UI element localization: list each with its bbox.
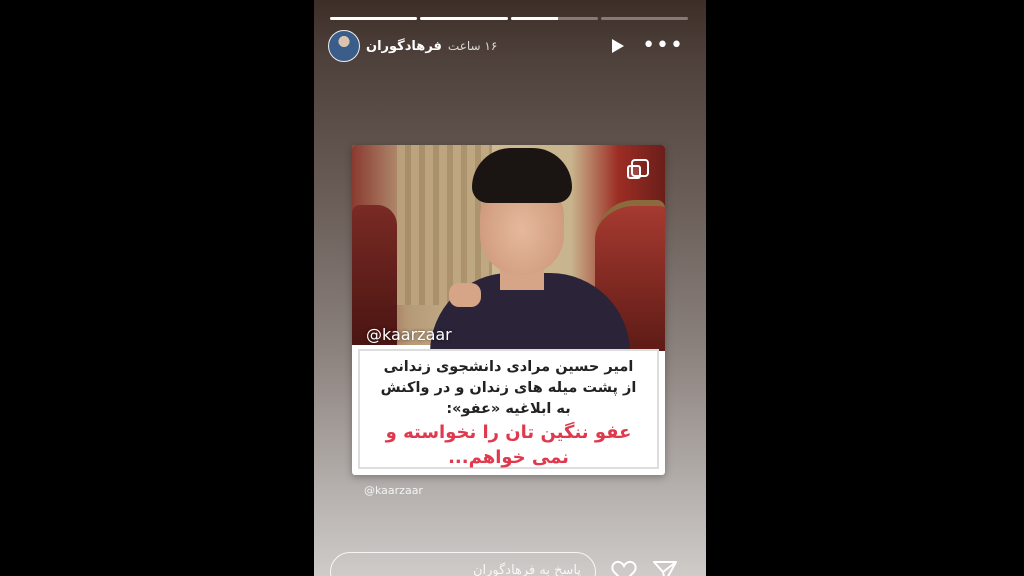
quote-line: نمی خواهم... <box>448 447 569 468</box>
shared-post[interactable]: @kaarzaar امیر حسین مرادی دانشجوی زندانی… <box>352 145 665 475</box>
play-icon[interactable] <box>612 39 625 53</box>
story-progress-bar <box>330 17 688 20</box>
progress-segment <box>330 17 418 20</box>
post-time: ۱۶ ساعت <box>447 39 498 53</box>
heart-icon[interactable] <box>611 560 637 576</box>
more-icon[interactable]: ••• <box>642 35 684 57</box>
user-info[interactable]: فرهادگوران ۱۶ ساعت <box>366 39 505 54</box>
caption-line: امیر حسین مرادی دانشجوی زندانی <box>383 359 634 375</box>
multi-post-icon <box>627 159 649 179</box>
progress-segment <box>600 17 688 20</box>
avatar[interactable] <box>328 30 360 62</box>
caption-box: امیر حسین مرادی دانشجوی زندانی از پشت می… <box>358 349 659 469</box>
caption-line: به ابلاغیه «عفو»: <box>446 401 571 417</box>
progress-segment <box>420 17 508 20</box>
story-viewer[interactable]: فرهادگوران ۱۶ ساعت ••• @kaarzaar امیر حس… <box>314 0 706 576</box>
send-icon[interactable] <box>652 560 678 576</box>
photo-handle: @kaarzaar <box>366 325 452 344</box>
post-source-handle[interactable]: @kaarzaar <box>364 484 423 497</box>
post-photo: @kaarzaar <box>352 145 665 353</box>
progress-segment <box>510 17 598 20</box>
story-header: فرهادگوران ۱۶ ساعت ••• <box>328 30 692 62</box>
quote-line: عفو ننگین تان را نخواسته و <box>385 422 632 443</box>
username[interactable]: فرهادگوران <box>366 39 442 54</box>
story-controls: ••• <box>612 35 692 57</box>
caption-line: از پشت میله های زندان و در واکنش <box>380 380 637 396</box>
reply-input[interactable]: پاسخ به فرهادگوران <box>330 552 596 576</box>
